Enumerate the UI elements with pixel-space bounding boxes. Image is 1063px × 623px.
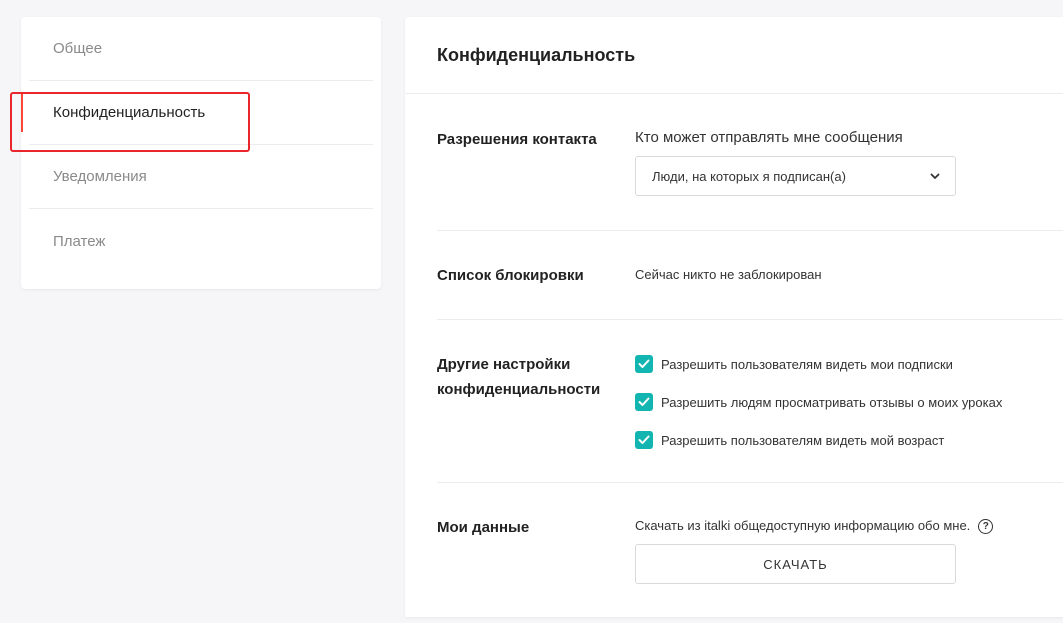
chevron-down-icon (929, 170, 941, 182)
message-permission-select[interactable]: Люди, на которых я подписан(а) (635, 156, 956, 196)
contact-permissions-description: Кто может отправлять мне сообщения (635, 129, 903, 146)
option-show-age[interactable]: Разрешить пользователям видеть мой возра… (635, 421, 1002, 459)
option-show-subscriptions[interactable]: Разрешить пользователям видеть мои подпи… (635, 345, 1002, 383)
select-value: Люди, на которых я подписан(а) (652, 168, 846, 184)
sidebar-item-general[interactable]: Общее (29, 17, 373, 81)
help-icon[interactable]: ? (978, 519, 994, 535)
settings-sidebar: Общее Конфиденциальность Уведомления Пла… (21, 17, 381, 289)
contact-permissions-section: Разрешения контакта Кто может отправлять… (437, 94, 1063, 231)
option-show-reviews[interactable]: Разрешить людям просматривать отзывы о м… (635, 383, 1002, 421)
page-title: Конфиденциальность (405, 17, 1063, 94)
sidebar-item-notifications[interactable]: Уведомления (29, 145, 373, 209)
checkbox-checked-icon[interactable] (635, 393, 653, 411)
option-label: Разрешить пользователям видеть мой возра… (661, 432, 945, 448)
contact-permissions-label: Разрешения контакта (437, 131, 597, 148)
option-label: Разрешить пользователям видеть мои подпи… (661, 356, 953, 372)
blocklist-status: Сейчас никто не заблокирован (635, 267, 822, 282)
checkbox-checked-icon[interactable] (635, 355, 653, 373)
my-data-label: Мои данные (437, 519, 530, 536)
my-data-description-row: Скачать из italki общедоступную информац… (635, 518, 994, 535)
other-privacy-label-line2: конфиденциальности (437, 381, 601, 398)
download-button[interactable]: СКАЧАТЬ (635, 544, 956, 585)
other-privacy-label-line1: Другие настройки (437, 356, 571, 373)
other-privacy-label: Другие настройки конфиденциальности (437, 352, 617, 402)
my-data-description: Скачать из italki общедоступную информац… (635, 518, 971, 533)
blocklist-label: Список блокировки (437, 267, 584, 284)
sidebar-item-label: Конфиденциальность (53, 104, 206, 121)
sidebar-item-privacy[interactable]: Конфиденциальность (21, 81, 373, 145)
my-data-section: Мои данные Скачать из italki общедоступн… (437, 483, 1063, 623)
other-privacy-section: Другие настройки конфиденциальности Разр… (437, 320, 1063, 483)
sidebar-item-label: Уведомления (53, 168, 147, 185)
blocklist-section: Список блокировки Сейчас никто не заблок… (437, 231, 1063, 320)
sidebar-item-label: Платеж (53, 232, 106, 250)
sidebar-item-label: Общее (53, 40, 103, 57)
option-label: Разрешить людям просматривать отзывы о м… (661, 394, 1003, 410)
privacy-panel: Конфиденциальность Разрешения контакта К… (405, 17, 1063, 617)
checkbox-checked-icon[interactable] (635, 431, 653, 449)
sidebar-item-payment[interactable]: Платеж (29, 209, 373, 273)
